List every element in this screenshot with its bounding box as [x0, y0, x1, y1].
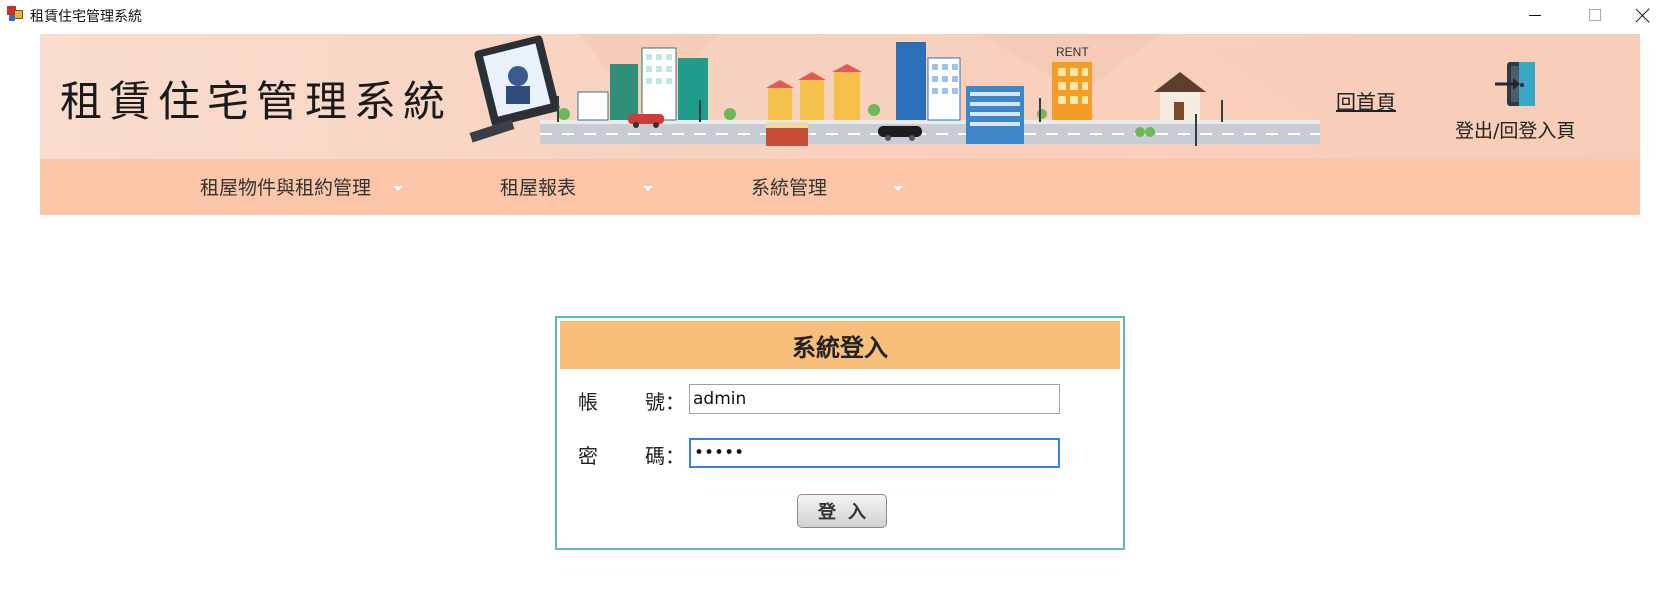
- account-input[interactable]: [689, 384, 1060, 414]
- menu-system-management[interactable]: 系統管理: [751, 173, 827, 200]
- app-icon: [7, 6, 23, 22]
- menu-rental-property-contract[interactable]: 租屋物件與租約管理: [200, 173, 371, 200]
- chevron-down-icon: [393, 186, 403, 191]
- account-label-char1: 帳: [578, 390, 598, 414]
- minimize-icon: [1529, 14, 1541, 16]
- password-label-char2: 碼：: [645, 444, 685, 468]
- chevron-down-icon: [893, 186, 903, 191]
- login-panel: 系統登入 帳 號： 密 碼： 登入: [555, 316, 1125, 550]
- password-label-char1: 密: [578, 444, 598, 468]
- header-banner: 租賃住宅管理系統 RENT 回首頁 登出/回登入頁: [40, 34, 1640, 159]
- logout-label: 登出/回登入頁: [1455, 120, 1576, 142]
- city-illustration: RENT: [469, 34, 1330, 146]
- menu-rental-reports[interactable]: 租屋報表: [500, 173, 576, 200]
- home-link[interactable]: 回首頁: [1336, 86, 1396, 115]
- account-label-char2: 號：: [645, 390, 685, 414]
- chevron-down-icon: [643, 186, 653, 191]
- rent-sign: RENT: [1056, 45, 1089, 59]
- close-icon: [1635, 7, 1651, 23]
- password-input[interactable]: [689, 438, 1060, 468]
- maximize-button[interactable]: [1572, 0, 1618, 30]
- logout-icon: [1495, 62, 1535, 106]
- window-titlebar: 租賃住宅管理系統: [0, 0, 1665, 30]
- login-button[interactable]: 登入: [797, 494, 887, 528]
- main-menu-bar: 租屋物件與租約管理 租屋報表 系統管理: [40, 159, 1640, 215]
- close-button[interactable]: [1620, 0, 1665, 30]
- login-header: 系統登入: [560, 321, 1120, 369]
- window-title: 租賃住宅管理系統: [30, 9, 142, 25]
- maximize-icon: [1589, 9, 1601, 21]
- minimize-button[interactable]: [1512, 0, 1558, 30]
- logout-button[interactable]: 登出/回登入頁: [1455, 56, 1595, 156]
- system-title: 租賃住宅管理系統: [60, 77, 453, 126]
